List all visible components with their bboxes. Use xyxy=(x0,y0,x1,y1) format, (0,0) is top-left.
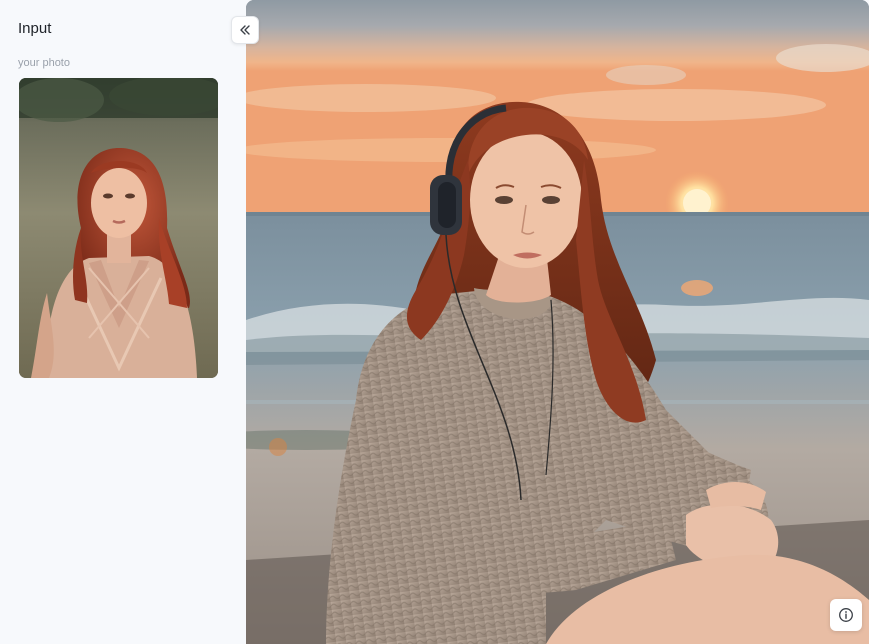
app-root: Input your photo xyxy=(0,0,869,644)
double-chevron-left-icon xyxy=(239,24,251,36)
info-button[interactable] xyxy=(830,599,862,631)
input-photo-thumbnail[interactable] xyxy=(19,78,218,378)
input-photo-image xyxy=(19,78,218,378)
input-panel: Input your photo xyxy=(0,0,246,644)
collapse-panel-button[interactable] xyxy=(231,16,259,44)
result-photo xyxy=(246,0,869,644)
generated-result-image xyxy=(246,0,869,644)
panel-title: Input xyxy=(18,20,52,37)
your-photo-label: your photo xyxy=(18,57,70,69)
info-icon xyxy=(838,607,854,623)
